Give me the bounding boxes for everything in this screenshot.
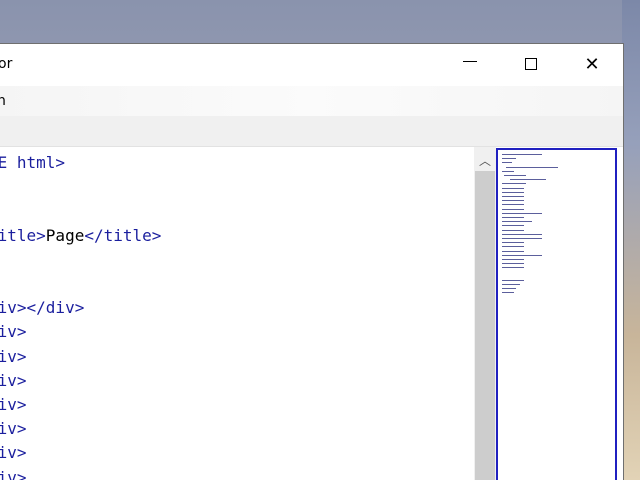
code-line[interactable]: title>Page</title> — [0, 224, 161, 248]
minimap-line — [502, 200, 524, 202]
minimize-button[interactable] — [443, 44, 497, 84]
code-line[interactable]: div> — [0, 393, 27, 417]
editor-window: or ✕ n PE html> title>Page</title> div></d… — [0, 43, 624, 480]
window-title: or — [0, 56, 13, 72]
minimap-line — [502, 191, 524, 193]
minimap-line — [502, 221, 532, 223]
minimap-line — [502, 283, 520, 285]
menu-item[interactable]: n — [0, 93, 6, 109]
minimap-line — [502, 225, 524, 227]
minimap-line — [502, 238, 542, 239]
code-line[interactable]: div> — [0, 466, 27, 480]
maximize-button[interactable] — [504, 44, 558, 84]
code-line[interactable]: div></div> — [0, 296, 84, 320]
title-bar[interactable]: or ✕ — [0, 44, 623, 86]
minimap-line — [502, 259, 524, 260]
close-button[interactable]: ✕ — [565, 44, 619, 84]
minimap-line — [502, 246, 524, 248]
minimap-line — [502, 162, 512, 164]
scroll-thumb[interactable] — [475, 171, 495, 480]
scroll-up-icon[interactable]: ︿ — [474, 151, 496, 169]
minimap-line — [506, 166, 558, 168]
minimap-line — [502, 183, 526, 185]
minimap-line — [502, 233, 542, 235]
code-token-tag: div> — [0, 322, 27, 342]
desktop-wallpaper — [622, 0, 640, 480]
vertical-scrollbar[interactable]: ︿ — [474, 147, 496, 480]
code-token-tag: PE html> — [0, 153, 66, 172]
code-token-tag: div> — [0, 346, 27, 366]
minimap-line — [502, 208, 524, 210]
minimap-line — [502, 288, 516, 289]
code-token-tag: div> — [0, 370, 27, 390]
code-token-tag: div> — [0, 467, 27, 480]
maximize-icon — [525, 58, 537, 70]
code-line[interactable]: div> — [0, 417, 27, 441]
minimap-line — [502, 170, 514, 172]
minimap-line — [502, 212, 542, 214]
minimap-line — [502, 196, 524, 197]
code-token-tag: div> — [0, 395, 27, 414]
minimap-line — [502, 204, 524, 206]
minimap-line — [510, 179, 546, 181]
code-token-tag: </title> — [84, 225, 162, 245]
minimap-line — [502, 263, 524, 265]
minimap-line — [502, 267, 524, 269]
menu-bar: n — [0, 86, 623, 116]
minimap-line — [502, 250, 524, 252]
minimap-line — [502, 292, 514, 294]
code-token-text: Page — [45, 225, 85, 245]
code-line[interactable]: div> — [0, 320, 27, 344]
code-token-tag: div> — [0, 443, 27, 463]
minimap-line — [502, 229, 524, 231]
code-token-tag: div> — [0, 419, 27, 439]
minimap-line — [504, 175, 526, 176]
minimize-icon — [463, 60, 477, 62]
minimap-line — [502, 187, 524, 189]
code-line[interactable]: PE html> — [0, 151, 65, 175]
code-line[interactable]: div> — [0, 441, 27, 465]
minimap-line — [502, 217, 524, 218]
minimap-line — [502, 279, 524, 281]
code-line[interactable]: div> — [0, 345, 27, 369]
code-line[interactable]: div> — [0, 369, 27, 393]
toolbar — [0, 116, 623, 147]
minimap-line — [502, 254, 542, 256]
code-token-tag: title> — [0, 225, 46, 245]
minimap-line — [502, 154, 542, 155]
code-editor[interactable]: PE html> title>Page</title> div></div> div>… — [0, 147, 474, 480]
close-icon: ✕ — [584, 53, 600, 75]
minimap-line — [502, 242, 524, 244]
minimap-line — [502, 158, 516, 160]
code-minimap[interactable] — [496, 148, 617, 480]
code-token-tag: div></div> — [0, 298, 85, 318]
